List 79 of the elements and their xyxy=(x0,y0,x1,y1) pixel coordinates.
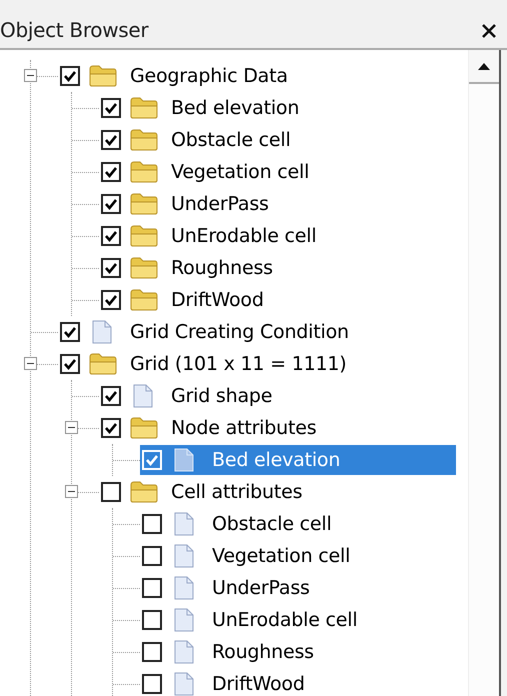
folder-icon xyxy=(129,416,159,440)
checkbox[interactable] xyxy=(101,130,121,150)
collapse-icon[interactable] xyxy=(24,69,37,82)
tree-row[interactable]: UnderPass xyxy=(140,573,456,603)
collapse-icon[interactable] xyxy=(24,357,37,370)
folder-icon xyxy=(129,192,159,216)
tree-row[interactable]: Grid shape xyxy=(99,381,456,411)
tree-label: UnErodable cell xyxy=(171,225,316,247)
folder-icon xyxy=(88,64,118,88)
tree-row[interactable]: Node attributes xyxy=(99,413,456,443)
collapse-icon[interactable] xyxy=(65,485,78,498)
tree-label: DriftWood xyxy=(212,673,305,695)
checkbox[interactable] xyxy=(142,578,162,598)
checkbox[interactable] xyxy=(101,258,121,278)
tree-label: Grid Creating Condition xyxy=(130,321,349,343)
folder-icon xyxy=(129,256,159,280)
tree-row[interactable]: Roughness xyxy=(140,637,456,667)
folder-icon xyxy=(129,480,159,504)
checkbox[interactable] xyxy=(101,162,121,182)
tree-row[interactable]: UnderPass xyxy=(99,189,456,219)
tree-row[interactable]: Bed elevation xyxy=(140,445,456,475)
tree-row[interactable]: Vegetation cell xyxy=(99,157,456,187)
tree-label: Bed elevation xyxy=(171,97,300,119)
up-arrow-icon xyxy=(478,62,490,70)
tree-label: Bed elevation xyxy=(212,449,340,471)
tree-label: Roughness xyxy=(212,641,314,663)
tree-label: Obstacle cell xyxy=(171,129,291,151)
tree-label: UnderPass xyxy=(171,193,269,215)
tree-label: Geographic Data xyxy=(130,65,288,87)
tree-label: Obstacle cell xyxy=(212,513,332,535)
folder-icon xyxy=(88,352,118,376)
tree-row[interactable]: Grid (101 x 11 = 1111) xyxy=(58,349,456,379)
checkbox[interactable] xyxy=(142,546,162,566)
checkbox[interactable] xyxy=(101,226,121,246)
folder-icon xyxy=(129,288,159,312)
scrollbar[interactable] xyxy=(468,50,499,696)
tree-row[interactable]: UnErodable cell xyxy=(99,221,456,251)
checkbox[interactable] xyxy=(142,642,162,662)
folder-icon xyxy=(129,160,159,184)
tree-row[interactable]: DriftWood xyxy=(99,285,456,315)
checkbox[interactable] xyxy=(101,98,121,118)
tree-row[interactable]: Bed elevation xyxy=(99,93,456,123)
checkbox[interactable] xyxy=(142,674,162,694)
folder-icon xyxy=(129,224,159,248)
checkbox[interactable] xyxy=(60,322,80,342)
tree-label: Cell attributes xyxy=(171,481,302,503)
folder-icon xyxy=(129,128,159,152)
tree-row[interactable]: Vegetation cell xyxy=(140,541,456,571)
checkbox[interactable] xyxy=(142,610,162,630)
tree-row[interactable]: Obstacle cell xyxy=(140,509,456,539)
checkbox[interactable] xyxy=(101,418,121,438)
checkbox[interactable] xyxy=(101,386,121,406)
tree-row[interactable]: DriftWood xyxy=(140,669,456,696)
tree-label: DriftWood xyxy=(171,289,264,311)
checkbox[interactable] xyxy=(101,482,121,502)
tree-label: Roughness xyxy=(171,257,273,279)
tree-label: Grid (101 x 11 = 1111) xyxy=(130,353,346,375)
tree-row[interactable]: UnErodable cell xyxy=(140,605,456,635)
tree-label: Node attributes xyxy=(171,417,316,439)
tree-label: UnErodable cell xyxy=(212,609,358,631)
checkbox[interactable] xyxy=(142,514,162,534)
tree-row[interactable]: Grid Creating Condition xyxy=(58,317,456,347)
tree-row[interactable]: Cell attributes xyxy=(99,477,456,507)
tree-row[interactable]: Geographic Data xyxy=(58,61,456,91)
tree-row[interactable]: Roughness xyxy=(99,253,456,283)
checkbox[interactable] xyxy=(60,66,80,86)
checkbox[interactable] xyxy=(101,290,121,310)
tree-label: Vegetation cell xyxy=(212,545,350,567)
checkbox[interactable] xyxy=(101,194,121,214)
tree-label: Grid shape xyxy=(171,385,272,407)
tree-row[interactable]: Obstacle cell xyxy=(99,125,456,155)
scroll-up-button[interactable] xyxy=(469,50,499,84)
panel-title: Object Browser xyxy=(0,17,148,42)
tree-label: Vegetation cell xyxy=(171,161,310,183)
close-icon[interactable] xyxy=(481,23,497,39)
checkbox[interactable] xyxy=(60,354,80,374)
collapse-icon[interactable] xyxy=(65,421,78,434)
folder-icon xyxy=(129,96,159,120)
tree-label: UnderPass xyxy=(212,577,310,599)
